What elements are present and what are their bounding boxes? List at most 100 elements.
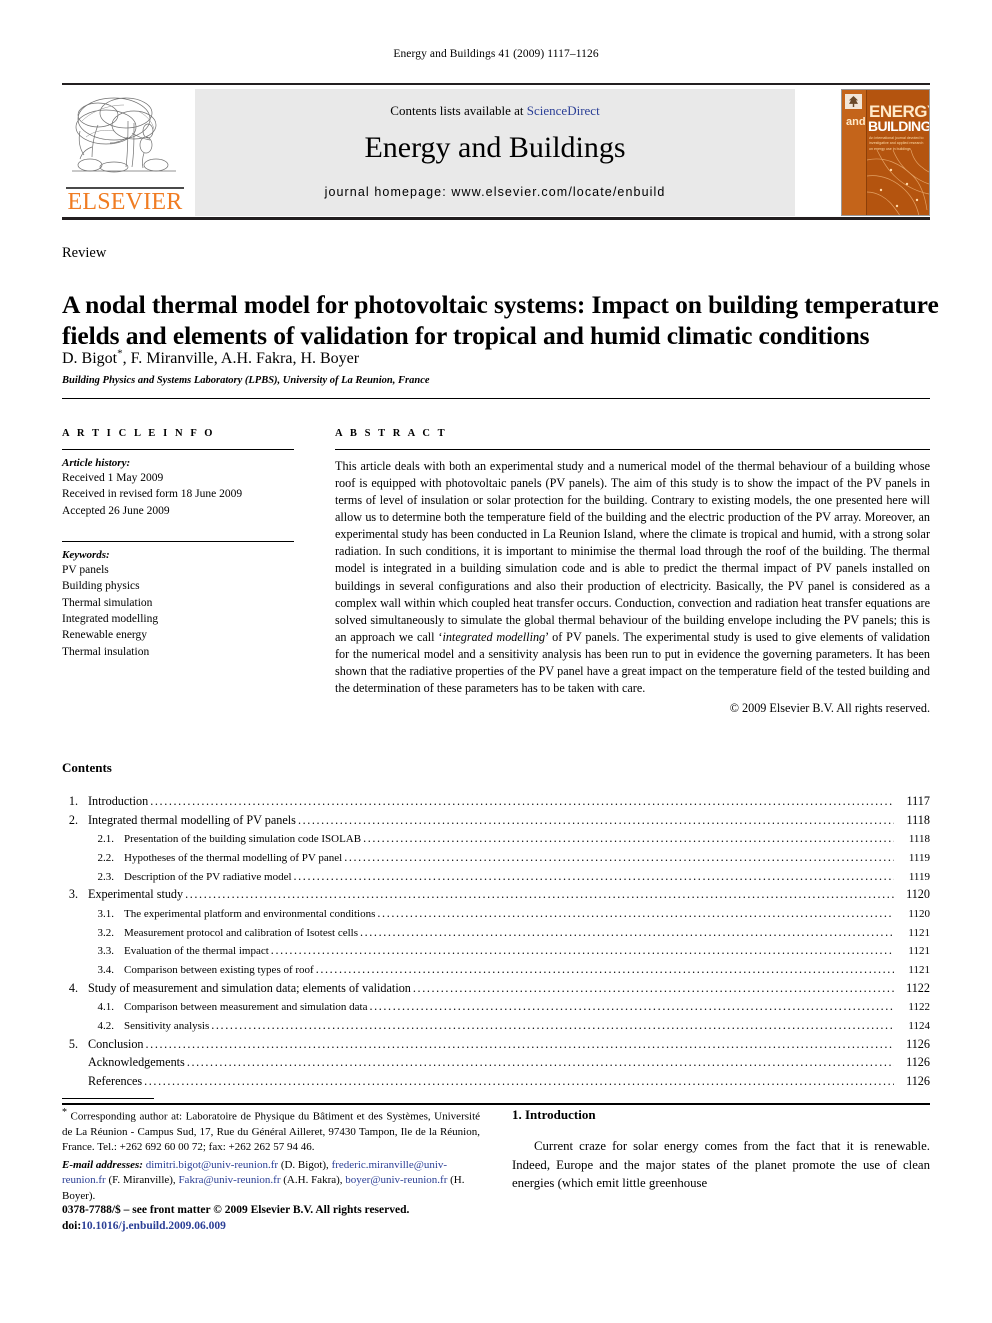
contents-entry-page: 1126 — [906, 1055, 930, 1070]
keywords-rule — [62, 540, 294, 542]
contents-entry-leader: ........................................… — [185, 887, 894, 902]
article-history-label: Article history: — [62, 457, 131, 469]
journal-homepage-line[interactable]: journal homepage: www.elsevier.com/locat… — [195, 185, 795, 199]
abstract-rule — [335, 449, 930, 450]
contents-entry-leader: ........................................… — [359, 924, 894, 939]
contents-entry[interactable]: 4. Study of measurement and simulation da… — [62, 979, 930, 998]
contents-entry-label[interactable]: Study of measurement and simulation data… — [88, 979, 411, 998]
contents-entry-label[interactable]: Acknowledgements — [88, 1053, 185, 1072]
author-names: D. Bigot*, F. Miranville, A.H. Fakra, H.… — [62, 348, 360, 368]
contents-entry-label[interactable]: Description of the PV radiative model — [124, 869, 292, 886]
contents-entry-leader: ........................................… — [186, 1055, 894, 1070]
abstract-copyright: © 2009 Elsevier B.V. All rights reserved… — [729, 701, 930, 716]
contents-entry[interactable]: 2.3. Description of the PV radiative mode… — [62, 867, 931, 886]
contents-entry-label[interactable]: The experimental platform and environmen… — [124, 906, 375, 923]
email-link-fakra[interactable]: Fakra@univ-reunion.fr — [178, 1174, 280, 1186]
article-info-rule — [62, 449, 294, 450]
contents-entry-label[interactable]: Comparison between existing types of roo… — [124, 962, 314, 979]
page-footer-columns: * Corresponding author at: Laboratoire d… — [62, 1090, 930, 1290]
contents-entry-number: 2.1. — [97, 833, 115, 846]
elsevier-logo: ELSEVIER — [62, 89, 188, 216]
footnote-column: * Corresponding author at: Laboratoire d… — [62, 1090, 480, 1232]
contents-entry-page: 1117 — [906, 794, 930, 808]
masthead-bottom-rule — [62, 217, 930, 220]
contents-entry-page: 1121 — [908, 963, 930, 976]
contents-entry-label[interactable]: Introduction — [88, 792, 148, 811]
contents-entry[interactable]: References..............................… — [62, 1072, 930, 1091]
contents-entry-label[interactable]: Sensitivity analysis — [124, 1018, 209, 1035]
contents-entry[interactable]: 1. Introduction..........................… — [62, 792, 930, 811]
contents-entry[interactable]: 4.1. Comparison between measurement and s… — [62, 997, 931, 1016]
contents-entry-page: 1120 — [906, 887, 930, 902]
contents-entry-number: 4.2. — [97, 1019, 115, 1032]
cover-word-buildings: BUILDINGS — [868, 118, 930, 134]
contents-entry[interactable]: Acknowledgements........................… — [62, 1053, 930, 1072]
email-addresses-note: E-mail addresses: dimitri.bigot@univ-reu… — [62, 1158, 480, 1204]
keywords-label: Keywords: — [62, 548, 110, 561]
contents-entry[interactable]: 3.4. Comparison between existing types of… — [62, 960, 931, 979]
email-link-boyer[interactable]: boyer@univ-reunion.fr — [345, 1174, 447, 1186]
contents-entry-page: 1122 — [906, 980, 930, 995]
email-person-fakra: (A.H. Fakra), — [283, 1174, 343, 1187]
contents-entry-label[interactable]: Hypotheses of the thermal modelling of P… — [124, 850, 342, 867]
contents-entry-number: 3. — [68, 887, 78, 902]
corresponding-author-note: * Corresponding author at: Laboratoire d… — [62, 1106, 480, 1155]
contents-entry-leader: ........................................… — [144, 1073, 894, 1088]
contents-entry-label[interactable]: Comparison between measurement and simul… — [124, 999, 367, 1016]
contents-entry-page: 1121 — [908, 926, 930, 939]
contents-entry-leader: ........................................… — [377, 905, 894, 920]
contents-entry-label[interactable]: Evaluation of the thermal impact — [124, 943, 269, 960]
contents-entry-number: 4.1. — [97, 1001, 115, 1014]
article-type: Review — [62, 245, 107, 261]
contents-entry-label[interactable]: Experimental study — [88, 885, 183, 904]
introduction-paragraph: Current craze for solar energy comes fro… — [512, 1139, 930, 1191]
email-addresses-label: E-mail addresses: — [62, 1159, 143, 1172]
asterisk-icon: * — [62, 1107, 67, 1118]
contents-entry-page: 1124 — [908, 1019, 930, 1032]
article-info-heading: A R T I C L E I N F O — [62, 428, 216, 439]
contents-entry[interactable]: 3.3. Evaluation of the thermal impact....… — [62, 941, 931, 960]
contents-entry-label[interactable]: Integrated thermal modelling of PV panel… — [88, 811, 296, 830]
contents-entry-label[interactable]: Measurement protocol and calibration of … — [124, 925, 358, 942]
contents-entry-page: 1119 — [908, 870, 930, 883]
keyword-item: Integrated modelling — [62, 612, 159, 625]
affiliation: Building Physics and Systems Laboratory … — [62, 375, 430, 386]
contents-entry-number: 3.4. — [97, 963, 115, 976]
contents-entry[interactable]: 3. Experimental study....................… — [62, 885, 930, 904]
journal-band: Contents lists available at ScienceDirec… — [195, 89, 795, 216]
contents-entry[interactable]: 2. Integrated thermal modelling of PV pan… — [62, 811, 930, 830]
contents-entry[interactable]: 5. Conclusion............................… — [62, 1035, 930, 1054]
contents-entry[interactable]: 3.2. Measurement protocol and calibration… — [62, 923, 931, 942]
sciencedirect-link[interactable]: ScienceDirect — [527, 103, 600, 118]
cover-artwork — [867, 150, 929, 215]
contents-entry-page: 1118 — [908, 833, 930, 846]
corresponding-author-text: Corresponding author at: Laboratoire de … — [62, 1110, 481, 1153]
contents-entry-leader: ........................................… — [293, 868, 894, 883]
doi-link[interactable]: 10.1016/j.enbuild.2009.06.009 — [81, 1220, 226, 1232]
abstract-part-1: This article deals with both an experime… — [335, 459, 930, 644]
author-list: D. Bigot*, F. Miranville, A.H. Fakra, H.… — [62, 348, 942, 368]
contents-entry[interactable]: 4.2. Sensitivity analysis................… — [62, 1016, 931, 1035]
elsevier-wordmark: ELSEVIER — [67, 189, 183, 215]
contents-entry-label[interactable]: References — [88, 1072, 142, 1091]
contents-entry-number: 2.2. — [97, 851, 115, 864]
doi-line: doi:10.1016/j.enbuild.2009.06.009 — [62, 1218, 480, 1234]
abstract-heading: A B S T R A C T — [335, 428, 448, 439]
article-history-revised: Received in revised form 18 June 2009 — [62, 488, 243, 501]
contents-entry-leader: ........................................… — [211, 1017, 894, 1032]
contents-entry-leader: ........................................… — [150, 794, 894, 808]
abstract-italic-phrase: integrated modelling — [442, 629, 546, 644]
contents-entry-label[interactable]: Presentation of the building simulation … — [124, 831, 361, 848]
email-link-bigot[interactable]: dimitri.bigot@univ-reunion.fr — [146, 1159, 278, 1171]
masthead-top-rule — [62, 83, 930, 85]
page-title: A nodal thermal model for photovoltaic s… — [62, 290, 939, 351]
corresponding-author-marker: * — [117, 348, 123, 360]
contents-entry[interactable]: 3.1. The experimental platform and enviro… — [62, 904, 931, 923]
cover-word-and: and — [846, 116, 866, 128]
keyword-item: Thermal simulation — [62, 596, 153, 609]
email-person-bigot: (D. Bigot), — [280, 1159, 329, 1172]
contents-entry-page: 1121 — [908, 945, 930, 958]
contents-entry[interactable]: 2.2. Hypotheses of the thermal modelling … — [62, 848, 931, 867]
contents-entry[interactable]: 2.1. Presentation of the building simulat… — [62, 829, 931, 848]
contents-entry-label[interactable]: Conclusion — [88, 1035, 144, 1054]
